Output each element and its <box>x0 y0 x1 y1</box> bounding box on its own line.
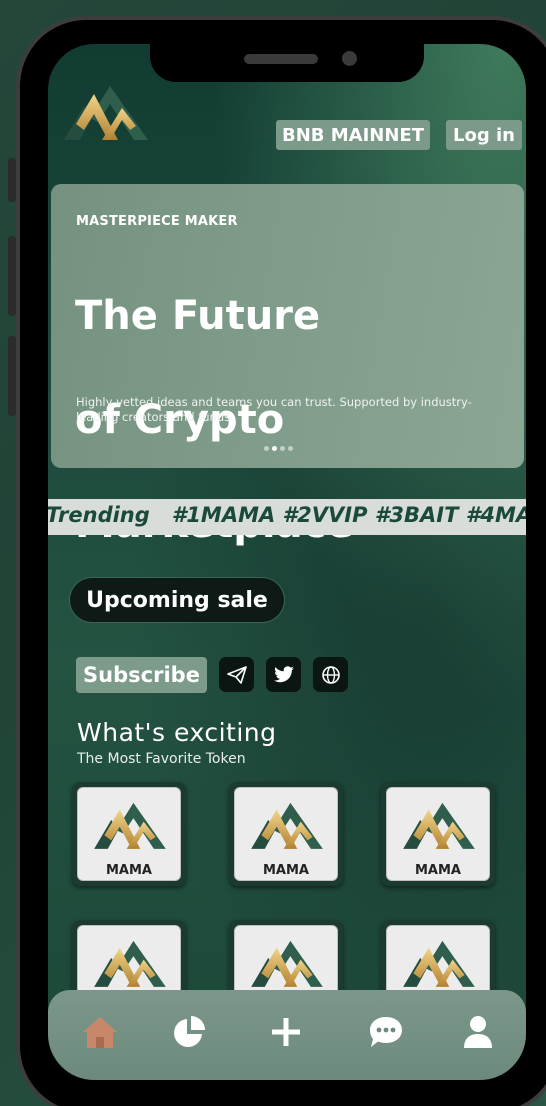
mama-token-logo <box>94 940 166 987</box>
hero-brand-label: MASTERPIECE MAKER <box>76 214 238 229</box>
volume-down-button <box>8 336 16 416</box>
login-button[interactable]: Log in <box>446 120 522 150</box>
hero-banner[interactable]: MASTERPIECE MAKER The Future of Crypto M… <box>51 184 524 547</box>
token-card-image: MAMA <box>234 787 338 881</box>
token-card-image: MAMA <box>386 787 490 881</box>
mama-token-logo <box>251 802 323 849</box>
mama-token-logo <box>94 802 166 849</box>
twitter-icon <box>273 665 294 682</box>
nav-home[interactable] <box>80 1012 120 1052</box>
trending-ticker: Trending #1MAMA #2VVIP #3BAIT #4MAMA <box>48 499 526 535</box>
chat-icon <box>370 1017 402 1047</box>
mama-token-logo <box>251 940 323 987</box>
front-camera <box>342 51 357 66</box>
token-name: MAMA <box>263 863 309 878</box>
plus-icon <box>272 1018 300 1046</box>
token-name: MAMA <box>415 863 461 878</box>
nav-chat[interactable] <box>366 1012 406 1052</box>
masterpiece-maker-logo[interactable] <box>62 78 150 146</box>
hero-title-line-1: The Future <box>75 293 321 339</box>
token-card[interactable]: MAMA <box>381 782 495 886</box>
carousel-dot-3[interactable] <box>280 446 285 451</box>
speaker-grill <box>244 54 318 64</box>
website-button[interactable] <box>313 657 348 692</box>
user-icon <box>464 1016 492 1048</box>
carousel-dot-2[interactable] <box>272 446 277 451</box>
carousel-dot-4[interactable] <box>288 446 293 451</box>
token-name: MAMA <box>106 863 152 878</box>
globe-icon <box>321 665 340 684</box>
nav-portfolio[interactable] <box>169 1012 209 1052</box>
pie-chart-icon <box>174 1016 205 1047</box>
section-subtitle: The Most Favorite Token <box>77 751 246 767</box>
mama-token-logo <box>403 802 475 849</box>
twitter-button[interactable] <box>266 657 301 692</box>
notch <box>150 40 424 82</box>
token-card[interactable]: MAMA <box>229 782 343 886</box>
home-icon <box>83 1017 117 1048</box>
trending-ticker-text: Trending #1MAMA #2VVIP #3BAIT #4MAMA <box>48 503 526 527</box>
upcoming-sale-button[interactable]: Upcoming sale <box>70 578 284 622</box>
token-card[interactable]: MAMA <box>72 782 186 886</box>
mute-switch <box>8 158 16 202</box>
carousel-dot-1[interactable] <box>264 446 269 451</box>
telegram-button[interactable] <box>219 657 254 692</box>
nav-profile[interactable] <box>458 1012 498 1052</box>
token-card-image: MAMA <box>77 787 181 881</box>
bottom-nav-bar <box>48 990 526 1080</box>
mama-token-logo <box>403 940 475 987</box>
subscribe-button[interactable]: Subscribe <box>76 657 207 693</box>
nav-create[interactable] <box>266 1012 306 1052</box>
carousel-dots <box>264 446 293 451</box>
network-selector-button[interactable]: BNB MAINNET <box>276 120 430 150</box>
section-title-whats-exciting: What's exciting <box>77 718 277 747</box>
volume-up-button <box>8 236 16 316</box>
telegram-icon <box>226 665 247 684</box>
hero-subtitle: Highly-vetted ideas and teams you can tr… <box>76 395 472 424</box>
